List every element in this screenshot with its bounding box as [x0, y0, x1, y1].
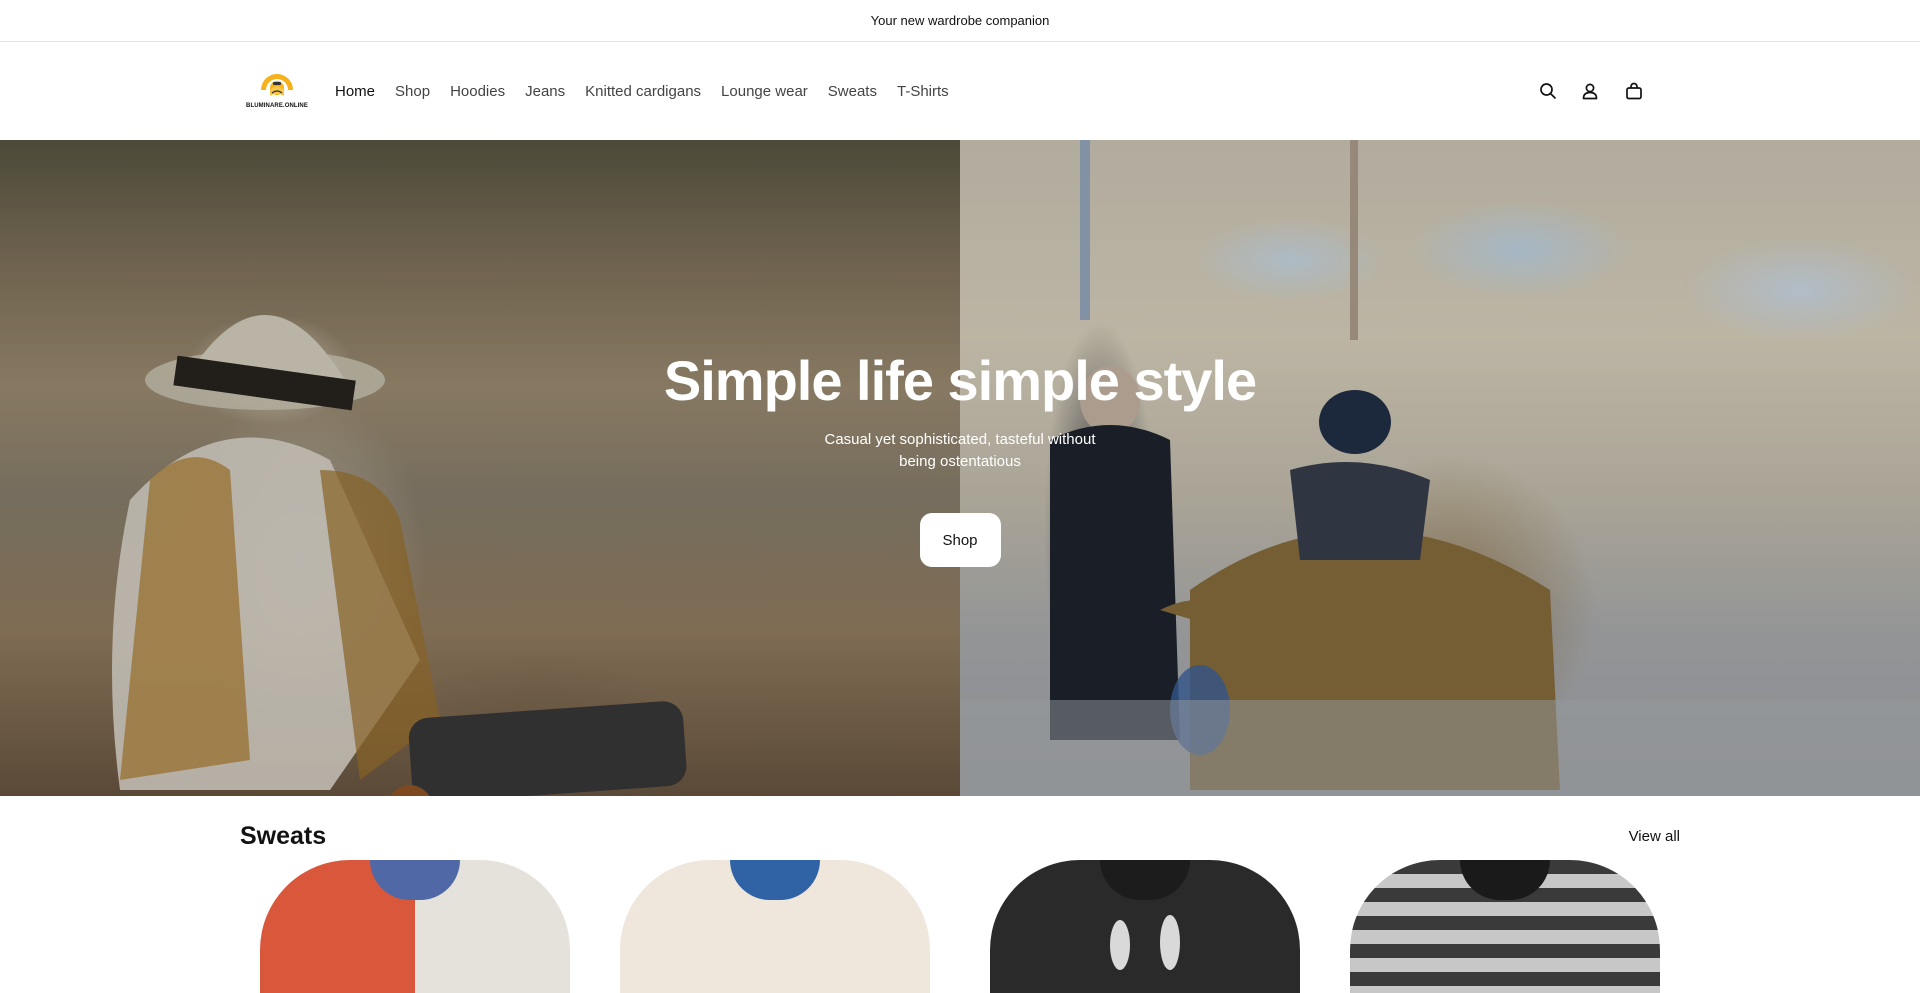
hero-content: Simple life simple style Casual yet soph…	[0, 140, 1920, 796]
product-image	[620, 860, 930, 993]
product-card[interactable]	[605, 860, 945, 993]
hero-subtitle: Casual yet sophisticated, tasteful witho…	[824, 431, 1096, 470]
product-collar	[1460, 860, 1550, 900]
nav-item-knitted-cardigans[interactable]: Knitted cardigans	[585, 83, 701, 100]
cart-icon[interactable]	[1622, 79, 1646, 103]
nav-item-hoodies[interactable]: Hoodies	[450, 83, 505, 100]
product-print	[1110, 920, 1130, 970]
account-icon[interactable]	[1578, 79, 1602, 103]
product-image	[990, 860, 1300, 993]
nav-item-lounge-wear[interactable]: Lounge wear	[721, 83, 808, 100]
nav-item-sweats[interactable]: Sweats	[828, 83, 877, 100]
product-card[interactable]	[975, 860, 1315, 993]
nav-item-shop[interactable]: Shop	[395, 83, 430, 100]
announcement-text: Your new wardrobe companion	[870, 13, 1050, 28]
product-image	[260, 860, 570, 993]
featured-collection: Sweats View all	[0, 796, 1920, 993]
view-all-link[interactable]: View all	[1629, 828, 1680, 845]
product-collar	[370, 860, 460, 900]
logo-text: BLUMINARE.ONLINE	[246, 103, 308, 109]
collection-title: Sweats	[240, 822, 327, 850]
logo-emblem-icon	[261, 74, 293, 96]
main-nav: Home Shop Hoodies Jeans Knitted cardigan…	[335, 42, 969, 140]
nav-item-jeans[interactable]: Jeans	[525, 83, 565, 100]
brand-logo[interactable]: BLUMINARE.ONLINE	[241, 70, 313, 112]
product-collar	[1100, 860, 1190, 900]
product-collar	[730, 860, 820, 900]
product-card[interactable]	[1335, 860, 1675, 993]
hero-banner: Simple life simple style Casual yet soph…	[0, 140, 1920, 796]
product-image	[1350, 860, 1660, 993]
site-header: BLUMINARE.ONLINE Home Shop Hoodies Jeans…	[0, 42, 1920, 140]
product-grid	[0, 856, 1920, 993]
search-icon[interactable]	[1536, 79, 1560, 103]
hero-shop-button[interactable]: Shop	[919, 513, 1001, 567]
product-card[interactable]	[245, 860, 585, 993]
hero-title: Simple life simple style	[663, 349, 1257, 412]
collection-header: Sweats View all	[0, 796, 1920, 856]
product-print	[1160, 915, 1180, 970]
nav-item-t-shirts[interactable]: T-Shirts	[897, 83, 949, 100]
nav-item-home[interactable]: Home	[335, 83, 375, 100]
announcement-bar: Your new wardrobe companion	[0, 0, 1920, 42]
